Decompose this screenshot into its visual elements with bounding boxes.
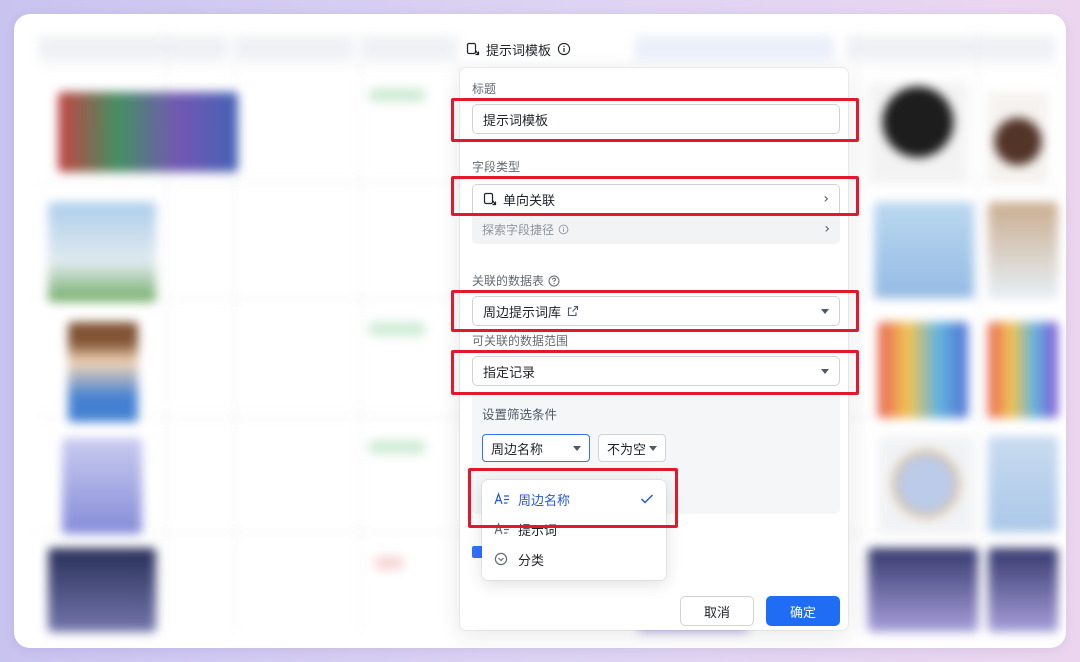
field-dropdown: 周边名称 提示词 分类 [482,480,666,580]
info-icon[interactable] [557,42,571,56]
dropdown-option-label: 分类 [518,553,545,569]
column-header-title: 提示词模板 [486,43,552,59]
field-settings-panel: 标题 提示词模板 字段类型 单向关联 › 探索字段捷径 › 关联的数据表 周边提… [460,68,848,630]
title-label: 标题 [472,82,497,96]
link-field-icon [466,42,480,56]
caret-down-icon [821,368,829,374]
dropdown-option-label: 周边名称 [518,493,571,509]
filter-field-value: 周边名称 [491,442,544,458]
caret-down-icon [649,445,657,451]
dropdown-option-label: 提示词 [518,523,558,539]
explore-path-row[interactable]: 探索字段捷径 › [472,214,840,244]
range-select[interactable]: 指定记录 [472,356,840,386]
caret-down-icon [573,445,581,451]
explore-path-label: 探索字段捷径 [482,222,555,237]
linked-table-select[interactable]: 周边提示词库 [472,296,840,326]
linked-table-label: 关联的数据表 [472,272,560,289]
filter-operator-select[interactable]: 不为空 [598,434,666,462]
dropdown-option-prompt[interactable]: 提示词 [482,514,666,544]
filter-title: 设置筛选条件 [482,407,558,422]
confirm-button[interactable]: 确定 [766,596,840,626]
range-value: 指定记录 [483,365,536,381]
text-field-icon [494,492,509,505]
range-label: 可关联的数据范围 [472,334,569,348]
app-window: 提示词模板 标题 提示词模板 字段类型 单向关联 › 探索字段捷径 › 关联的数… [14,14,1066,648]
link-field-icon [483,192,497,206]
linked-table-value: 周边提示词库 [483,305,562,321]
caret-down-icon [821,308,829,314]
title-input-value: 提示词模板 [483,113,549,129]
title-input[interactable]: 提示词模板 [472,104,840,134]
chevron-right-icon: › [824,221,830,237]
cancel-button[interactable]: 取消 [680,596,754,626]
field-type-value: 单向关联 [503,193,556,209]
single-select-icon [494,552,508,566]
column-header[interactable]: 提示词模板 [460,34,626,64]
linked-table-label-text: 关联的数据表 [472,274,545,288]
info-icon [558,224,569,234]
text-field-icon [494,522,509,535]
dropdown-option-category[interactable]: 分类 [482,544,666,574]
field-type-label: 字段类型 [472,160,521,174]
dropdown-option-name[interactable]: 周边名称 [482,484,666,514]
filter-field-select[interactable]: 周边名称 [482,434,590,462]
check-icon [640,494,654,504]
chevron-right-icon: › [823,191,829,207]
help-icon[interactable] [548,275,560,287]
filter-operator-value: 不为空 [607,442,647,458]
external-link-icon[interactable] [567,305,579,317]
field-type-select[interactable]: 单向关联 › [472,184,840,214]
